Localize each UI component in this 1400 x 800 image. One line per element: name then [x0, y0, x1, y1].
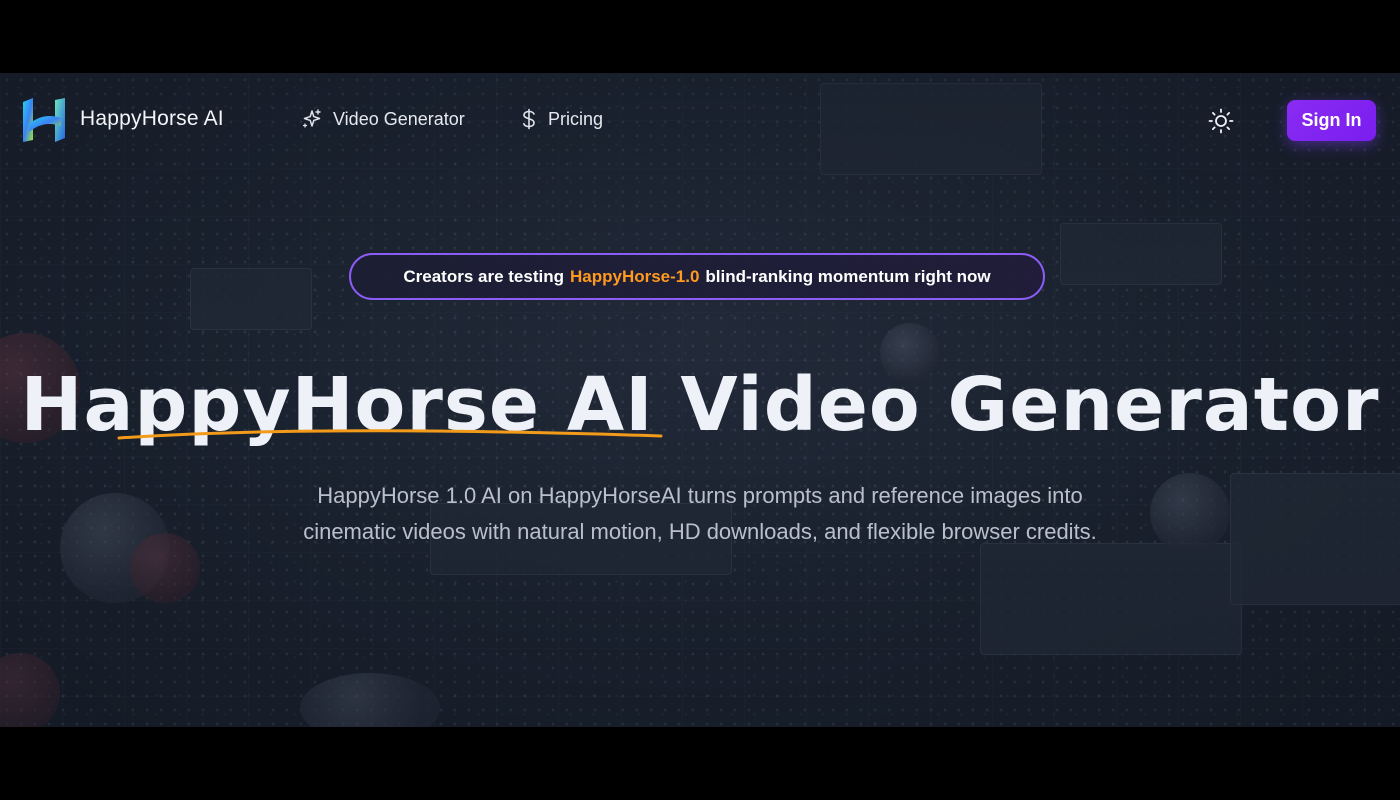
nav-pricing[interactable]: Pricing	[520, 108, 603, 130]
announcement-suffix: blind-ranking momentum right now	[705, 266, 991, 286]
hero-subtitle: HappyHorse 1.0 AI on HappyHorseAI turns …	[0, 478, 1400, 550]
announcement-prefix: Creators are testing	[403, 266, 564, 286]
site-header: HappyHorse AI Video Generator Pricing Si…	[0, 73, 1400, 168]
hero-subtitle-line-1: HappyHorse 1.0 AI on HappyHorseAI turns …	[317, 483, 1083, 508]
sign-in-button[interactable]: Sign In	[1287, 100, 1376, 141]
hero-subtitle-line-2: cinematic videos with natural motion, HD…	[303, 519, 1097, 544]
happyhorse-logo-icon[interactable]	[19, 96, 69, 144]
title-underline-decoration	[117, 429, 663, 440]
announcement-pill[interactable]: Creators are testing HappyHorse-1.0 blin…	[349, 253, 1045, 300]
sparkles-icon	[302, 109, 321, 128]
dollar-icon	[523, 108, 535, 130]
brand-name[interactable]: HappyHorse AI	[80, 107, 224, 131]
nav-video-generator-label: Video Generator	[333, 108, 465, 129]
page-viewport: HappyHorse AI Video Generator Pricing Si…	[0, 73, 1400, 727]
hero-title-rest: Video Generator	[680, 362, 1380, 448]
nav-video-generator[interactable]: Video Generator	[301, 108, 465, 130]
nav-pricing-label: Pricing	[548, 108, 604, 129]
sun-icon[interactable]	[1208, 108, 1234, 134]
announcement-highlight: HappyHorse-1.0	[569, 266, 700, 286]
